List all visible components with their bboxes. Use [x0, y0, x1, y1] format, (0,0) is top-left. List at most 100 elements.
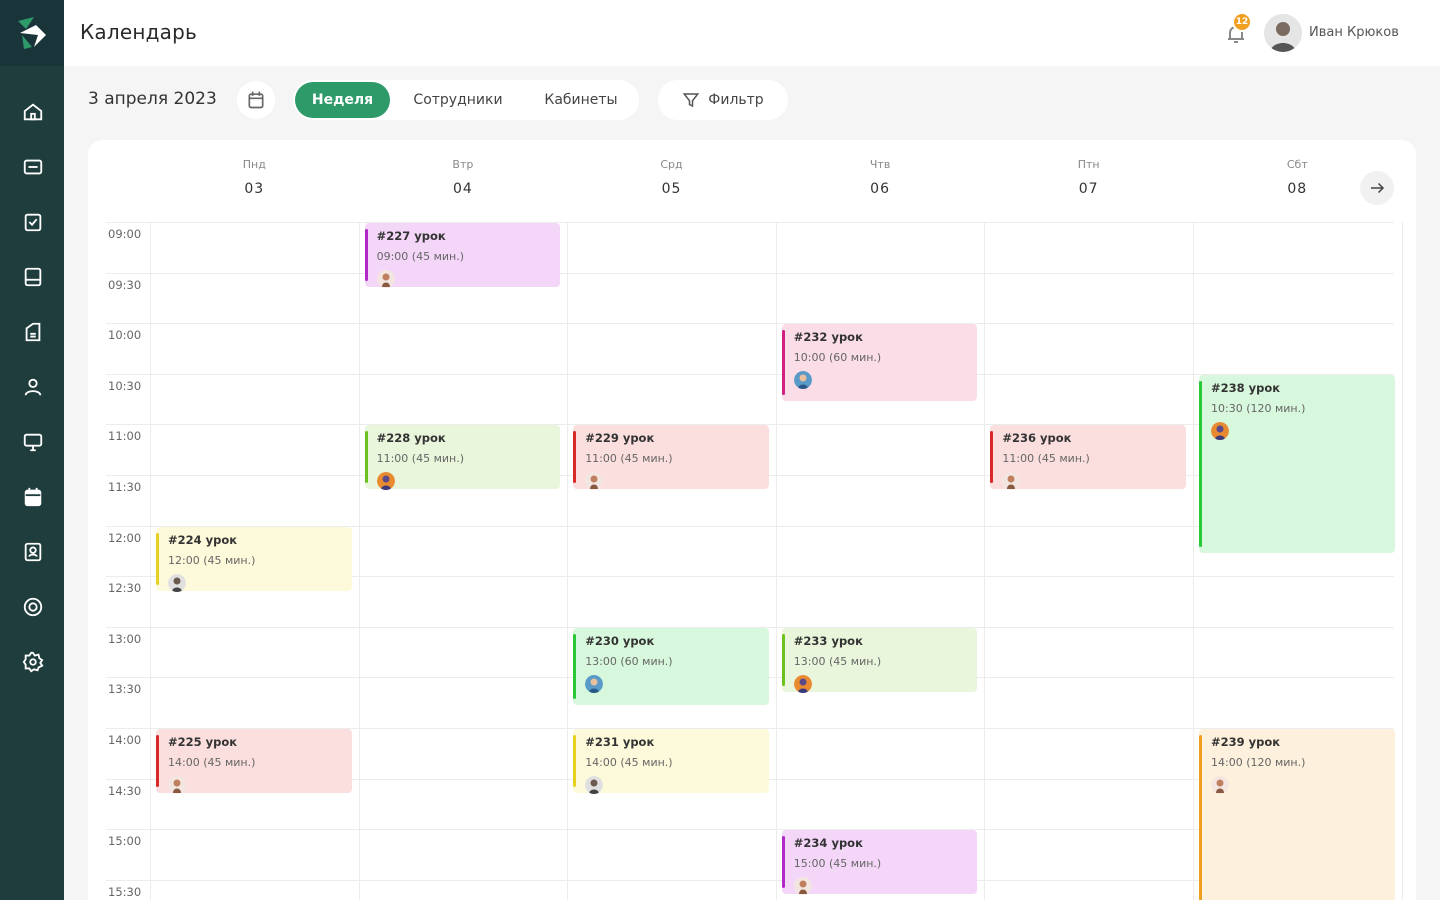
filter-button[interactable]: Фильтр [658, 80, 788, 120]
person-female-icon [585, 472, 604, 491]
tab-staff[interactable]: Сотрудники [398, 82, 518, 118]
avatar[interactable] [1264, 14, 1302, 52]
day-name: Втр [452, 158, 474, 171]
inbox-icon[interactable] [20, 154, 46, 180]
column-divider [1401, 222, 1403, 900]
support-icon[interactable] [20, 594, 46, 620]
lesson-event[interactable]: #225 урок 14:00 (45 мин.) [156, 729, 352, 794]
person-female-icon [1211, 776, 1229, 794]
event-accent-bar [156, 532, 159, 585]
day-header: Втр 04 [403, 158, 523, 197]
day-number: 03 [244, 181, 265, 197]
day-number: 07 [1078, 181, 1099, 197]
event-time: 11:00 (45 мин.) [585, 452, 673, 466]
lesson-event[interactable]: #231 урок 14:00 (45 мин.) [573, 729, 769, 794]
day-name: Птн [1077, 158, 1100, 171]
person-female-icon [793, 877, 812, 896]
calendar-icon[interactable] [20, 484, 46, 510]
notification-badge: 12 [1232, 12, 1252, 32]
person-orange-icon [376, 472, 395, 491]
user-name[interactable]: Иван Крюков [1309, 25, 1399, 40]
event-accent-bar [1199, 735, 1202, 900]
person-female-icon [376, 270, 395, 288]
time-label: 10:30 [108, 378, 144, 393]
column-divider [984, 222, 986, 900]
event-title: #233 урок [793, 633, 863, 648]
monitor-icon[interactable] [20, 429, 46, 455]
tab-rooms[interactable]: Кабинеты [526, 82, 636, 118]
calendar-icon [248, 91, 264, 109]
calendar-card: Пнд 03 Втр 04 Срд 05 Чтв 06 Птн 07 Сбт 08 09:00 09:3… [88, 140, 1416, 900]
view-switcher: Неделя Сотрудники Кабинеты [293, 80, 639, 120]
day-header: Птн 07 [1029, 158, 1149, 197]
journal-icon[interactable] [20, 264, 46, 290]
event-accent-bar [781, 836, 785, 889]
day-name: Пнд [242, 158, 266, 171]
logo[interactable] [0, 0, 64, 66]
time-label: 12:00 [108, 530, 144, 545]
event-time: 11:00 (45 мин.) [376, 452, 465, 466]
time-label: 12:30 [108, 581, 144, 596]
filter-label: Фильтр [708, 92, 764, 108]
settings-icon[interactable] [20, 649, 46, 675]
lesson-event[interactable]: #227 урок 09:00 (45 мин.) [364, 223, 561, 288]
lesson-event[interactable]: #228 урок 11:00 (45 мин.) [364, 425, 561, 491]
time-label: 15:00 [108, 834, 144, 849]
event-title: #227 урок [376, 229, 446, 243]
tab-week[interactable]: Неделя [295, 82, 390, 118]
event-time: 10:00 (60 мин.) [793, 351, 882, 365]
topbar: Календарь 12 Иван Крюков [64, 0, 1440, 66]
event-time: 14:00 (120 мин.) [1211, 756, 1306, 769]
time-label: 14:00 [108, 733, 144, 747]
time-label: 10:00 [108, 328, 144, 343]
event-accent-bar [573, 633, 577, 699]
current-date: 3 апреля 2023 [88, 89, 217, 109]
time-label: 09:00 [108, 227, 144, 241]
lesson-event[interactable]: #236 урок 11:00 (45 мин.) [990, 425, 1186, 491]
day-header: Пнд 03 [194, 158, 314, 197]
event-time: 11:00 (45 мин.) [1002, 452, 1090, 466]
day-number: 06 [870, 181, 890, 197]
lesson-event[interactable]: #234 урок 15:00 (45 мин.) [781, 830, 978, 896]
event-title: #224 урок [168, 532, 238, 547]
lesson-event[interactable]: #238 урок 10:30 (120 мин.) [1199, 374, 1395, 554]
person-female-icon [168, 776, 186, 794]
event-title: #239 урок [1211, 735, 1281, 749]
time-label: 09:30 [108, 277, 144, 292]
column-divider [567, 222, 569, 900]
home-icon[interactable] [20, 99, 46, 125]
tasks-icon[interactable] [20, 209, 46, 235]
lesson-event[interactable]: #239 урок 14:00 (120 мин.) [1199, 729, 1395, 900]
sidebar [0, 0, 64, 900]
event-title: #232 урок [793, 330, 863, 345]
logo-icon [18, 17, 46, 49]
event-title: #236 урок [1002, 431, 1072, 446]
lesson-event[interactable]: #224 урок 12:00 (45 мин.) [156, 526, 352, 592]
book-user-icon[interactable] [20, 539, 46, 565]
lesson-event[interactable]: #230 урок 13:00 (60 мин.) [573, 627, 769, 705]
time-label: 15:30 [108, 884, 144, 899]
grid-line [106, 323, 1394, 325]
lesson-event[interactable]: #233 урок 13:00 (45 мин.) [781, 627, 978, 693]
event-accent-bar [156, 735, 159, 787]
event-title: #225 урок [168, 735, 238, 749]
reports-icon[interactable] [20, 319, 46, 345]
day-number: 04 [452, 181, 473, 197]
person-orange-icon [1211, 421, 1229, 440]
users-icon[interactable] [20, 374, 46, 400]
date-picker-button[interactable] [237, 81, 275, 119]
event-title: #234 урок [793, 836, 863, 851]
person-blue-icon [585, 674, 604, 693]
lesson-event[interactable]: #229 урок 11:00 (45 мин.) [573, 425, 769, 491]
event-title: #230 урок [585, 633, 655, 648]
event-accent-bar [364, 431, 368, 484]
day-header: Чтв 06 [820, 158, 940, 197]
day-number: 08 [1287, 181, 1308, 197]
event-time: 14:00 (45 мин.) [168, 756, 256, 769]
time-label: 14:30 [108, 783, 144, 798]
lesson-event[interactable]: #232 урок 10:00 (60 мин.) [781, 324, 978, 402]
day-name: Срд [660, 158, 683, 171]
column-divider [1193, 222, 1194, 900]
next-week-button[interactable] [1360, 171, 1394, 205]
event-time: 09:00 (45 мин.) [376, 250, 465, 263]
